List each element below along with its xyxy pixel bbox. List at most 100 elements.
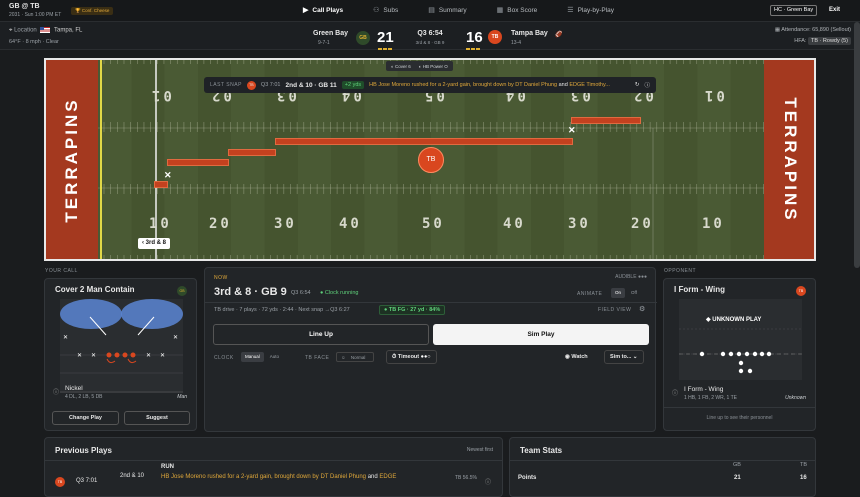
watch-button[interactable]: ◉ Watch	[565, 350, 588, 364]
opponent-coverage: Unknown	[785, 395, 806, 401]
clock-auto[interactable]: Auto	[266, 352, 283, 362]
tab-label: Play-by-Play	[577, 6, 615, 14]
tab-label: Subs	[383, 6, 399, 14]
yard-number-bottom: 40	[503, 216, 526, 232]
yard-number-bottom: 20	[209, 216, 232, 232]
eye-icon: ◉	[565, 354, 570, 360]
tb-face-value: ☺ Normal	[336, 352, 375, 362]
personnel-detail: 4 DL, 2 LB, 5 DB	[65, 394, 103, 400]
your-call-label: YOUR CALL	[45, 268, 78, 274]
list-icon: ☰	[567, 7, 574, 14]
tab-label: Box Score	[507, 6, 538, 14]
attendance: ▦ Attendance: 65,890 (Sellout)	[775, 27, 851, 33]
opponent-card: I Form - Wing TB ◆ UNKNOWN PLAY ⓘ I Form…	[663, 278, 816, 431]
info-icon[interactable]: ⓘ	[485, 477, 491, 486]
timeout-label: Timeout	[397, 354, 420, 360]
field-goal-badge: ● TB FG · 27 yd · 84%	[379, 305, 446, 315]
desc-and: and	[558, 82, 568, 88]
settings-icon[interactable]: ⚙	[639, 305, 645, 313]
your-call-card: Cover 2 Man Contain GB ✕ ✕ ✕ ✕ ✕ ✕ ⓘ Nickel 4…	[44, 278, 197, 431]
chevron-left-icon: ‹	[142, 240, 144, 246]
suggest-button[interactable]: Suggest	[124, 411, 190, 425]
last-snap-label: LAST SNAP	[210, 82, 242, 88]
coverage-type: Man	[177, 394, 187, 400]
svg-text:✕: ✕	[160, 353, 165, 359]
replay-icon[interactable]: ↻	[635, 82, 640, 88]
desc-text: HB Jose Moreno rushed for a 2-yard gain,…	[369, 82, 514, 88]
matchup: GB @ TB	[9, 3, 40, 10]
opponent-formation: I Form - Wing	[684, 386, 724, 393]
animate-off[interactable]: Off	[627, 288, 641, 298]
trophy-icon: 🏆	[75, 8, 81, 13]
play-down: 2nd & 10	[120, 473, 145, 479]
tb-face-select[interactable]: ☺ Normal	[336, 352, 375, 362]
drive-segment	[154, 181, 168, 188]
main-tabs: ▶ Call Plays ⚇ Subs ▤ Summary ▦ Box Score ☰ P…	[293, 0, 624, 20]
formation-bar: ◐ Cover 6 ◐ HB Power O	[386, 61, 453, 71]
team-stats-panel: Team Stats GB TB Points 21 16	[509, 437, 816, 497]
grid-icon: ▦	[496, 7, 504, 14]
info-icon[interactable]: ⓘ	[672, 388, 678, 397]
defense-formation: ◐ Cover 6	[391, 63, 411, 69]
sim-to-dropdown[interactable]: Sim to... ⌄	[604, 350, 644, 364]
tb-logo: TB	[246, 80, 256, 90]
play-desc-text: HB Jose Moreno rushed for a 2-yard gain,…	[161, 474, 319, 480]
last-snap-description: HB Jose Moreno rushed for a 2-yard gain,…	[369, 82, 610, 88]
tab-summary[interactable]: ▤ Summary	[418, 0, 476, 20]
tackler-1: DT Daniel Phung	[515, 82, 558, 88]
location-pin-icon: ⌖	[9, 27, 13, 34]
stats-col-tb: TB	[800, 462, 808, 468]
tab-subs[interactable]: ⚇ Subs	[363, 0, 408, 20]
home-field-advantage: HFA: TB · Rowdy (5)	[794, 37, 851, 45]
game-header: GB @ TB 2031 · Sun 1:00 PM ET	[9, 3, 61, 19]
change-play-button[interactable]: Change Play	[52, 411, 119, 425]
yard-number-bottom: 30	[274, 216, 297, 232]
conference-badge: 🏆 Conf. Cheese	[71, 7, 114, 15]
tab-play-by-play[interactable]: ☰ Play-by-Play	[557, 0, 624, 20]
timeout-button[interactable]: ⏱ Timeout ●●○	[386, 350, 437, 364]
tab-call-plays[interactable]: ▶ Call Plays	[293, 0, 353, 20]
last-snap-time: Q3 7:01	[260, 82, 281, 88]
hfa-badge: TB · Rowdy (5)	[808, 37, 851, 45]
down-marker: ‹ 3rd & 8	[138, 238, 171, 249]
info-icon[interactable]: ⓘ	[644, 81, 650, 89]
line-up-button[interactable]: Line Up	[213, 324, 429, 345]
play-type: RUN	[161, 464, 174, 470]
field-goal-text: TB FG · 27 yd · 84%	[388, 307, 441, 313]
head-coach-button[interactable]: HC · Green Bay	[770, 5, 818, 16]
stat-label: Points	[518, 475, 537, 481]
sort-order[interactable]: Newest first	[467, 447, 493, 453]
play-description: HB Jose Moreno rushed for a 2-yard gain,…	[161, 474, 396, 480]
yard-number-bottom: 10	[149, 216, 172, 232]
location-label: Location	[14, 27, 37, 34]
document-icon: ▤	[428, 7, 435, 14]
endzone-text: TERRAPINS	[781, 96, 800, 223]
top-bar: GB @ TB 2031 · Sun 1:00 PM ET 🏆 Conf. Ch…	[0, 0, 860, 22]
personnel: Nickel	[65, 385, 83, 392]
tb-face-label: TB FACE	[305, 355, 330, 361]
divider	[45, 460, 502, 461]
away-score: 21	[377, 29, 394, 46]
sim-play-button[interactable]: Sim Play	[433, 324, 649, 345]
tb-face-value-text: Normal	[350, 355, 366, 360]
attendance-value: Attendance: 65,890 (Sellout)	[781, 27, 851, 33]
drive-segment	[228, 149, 276, 156]
home-score: 16	[466, 29, 483, 46]
animate-on[interactable]: On	[611, 288, 626, 298]
win-probability: TB 56.5%	[455, 475, 477, 481]
info-icon[interactable]: ⓘ	[53, 387, 59, 396]
tab-label: Summary	[438, 6, 467, 14]
now-clock: Q3 6:54	[291, 290, 311, 296]
scrollbar[interactable]	[854, 22, 860, 268]
tb-logo: TB	[796, 286, 806, 296]
weather: 64°F · 8 mph · Clear	[9, 39, 59, 45]
season-info: 2031 · Sun 1:00 PM ET	[9, 12, 62, 18]
your-call-title: Cover 2 Man Contain	[55, 285, 135, 294]
exit-button[interactable]: Exit	[824, 5, 845, 16]
down-marker-label: 3rd & 8	[145, 240, 167, 246]
tab-box-score[interactable]: ▦ Box Score	[487, 0, 548, 20]
animate-toggle: On Off	[611, 288, 641, 298]
clock-manual[interactable]: Manual	[241, 352, 264, 362]
audible-control[interactable]: AUDIBLE ●●●	[615, 274, 647, 280]
drive-segment	[571, 117, 641, 124]
